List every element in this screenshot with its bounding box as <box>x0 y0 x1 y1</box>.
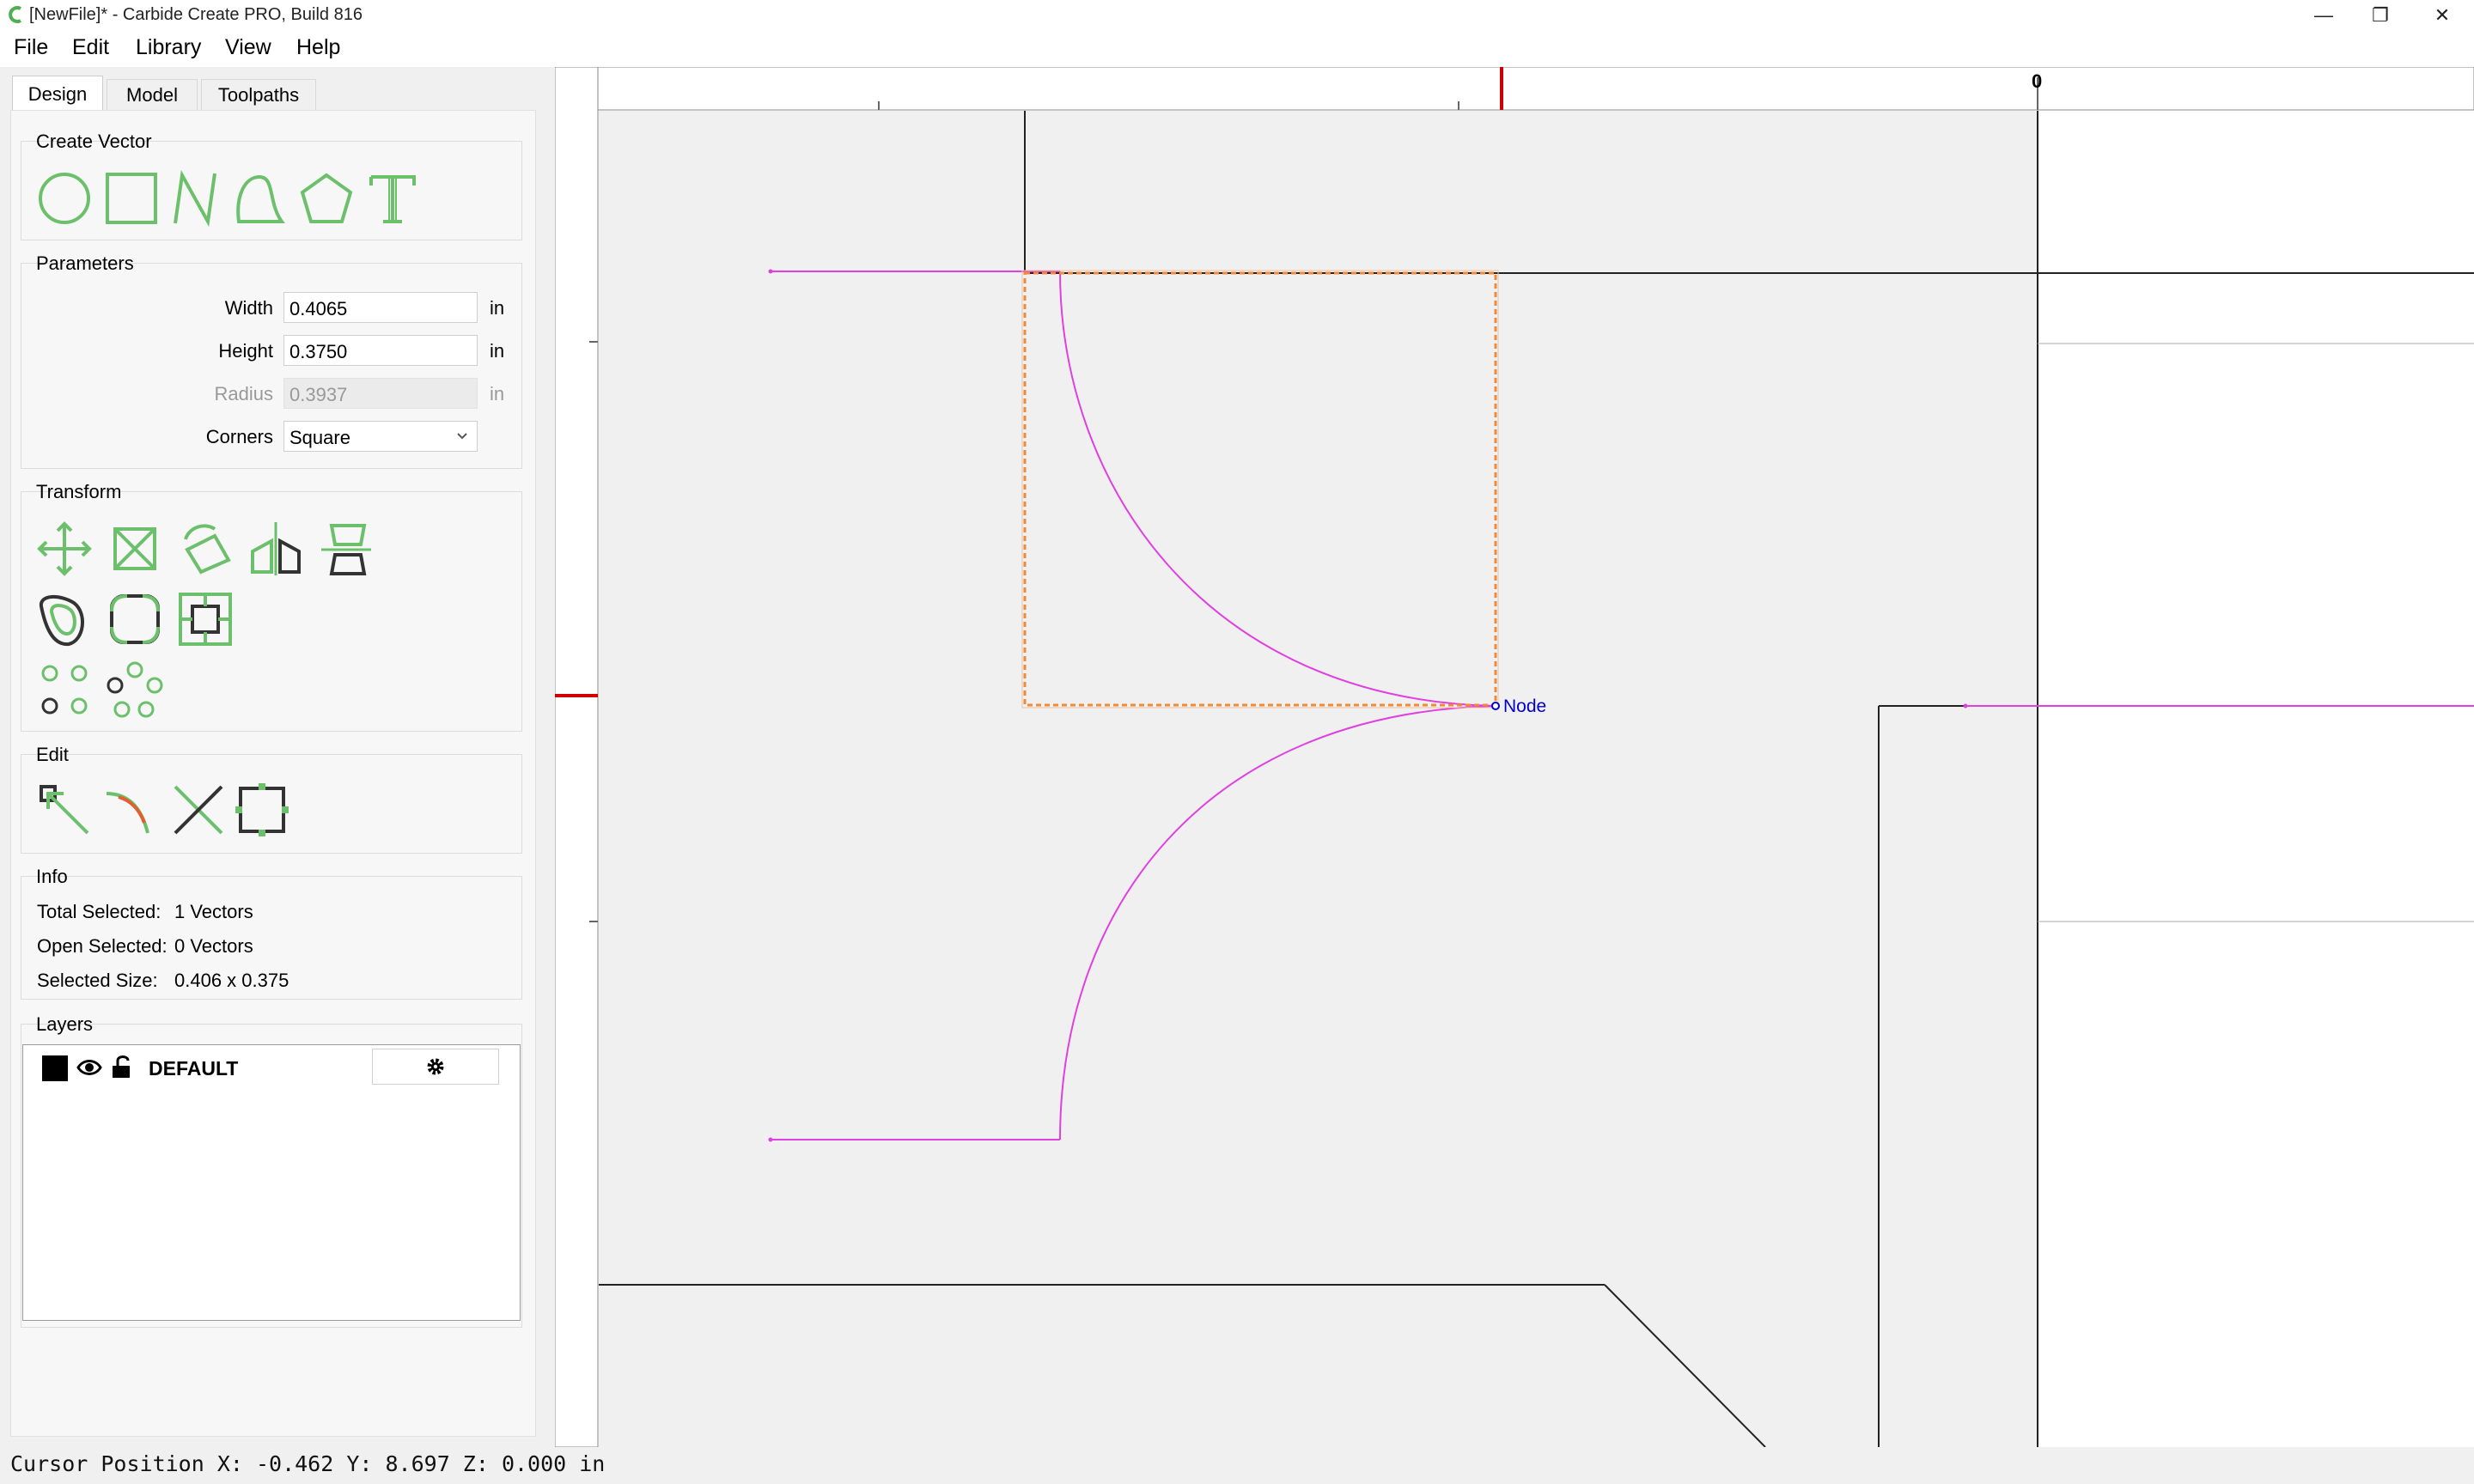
layers-list: DEFAULT <box>22 1044 521 1321</box>
eye-icon[interactable] <box>76 1057 102 1078</box>
radius-field: 0.3937 <box>283 378 478 409</box>
design-canvas[interactable]: 0 Node <box>555 67 2474 1447</box>
menu-library[interactable]: Library <box>136 35 201 60</box>
open-selected-label: Open Selected: <box>37 935 168 957</box>
tab-model[interactable]: Model <box>107 79 198 110</box>
open-selected-value: 0 Vectors <box>174 935 253 957</box>
scale-icon[interactable] <box>105 519 165 579</box>
width-label: Width <box>224 297 273 319</box>
carbide-logo-icon <box>9 6 21 23</box>
text-icon[interactable] <box>363 168 423 228</box>
transform-title: Transform <box>36 481 122 502</box>
total-selected-label: Total Selected: <box>37 901 161 922</box>
gear-icon <box>427 1058 444 1075</box>
chevron-down-icon <box>457 433 467 440</box>
canvas-drawing <box>555 67 2474 1447</box>
menu-edit[interactable]: Edit <box>72 35 109 60</box>
width-field[interactable]: 0.4065 <box>283 292 478 323</box>
corners-select[interactable]: Square <box>283 421 478 452</box>
mirror-icon[interactable] <box>246 519 306 579</box>
vertical-ruler <box>555 67 599 1447</box>
title-bar: [NewFile]* - Carbide Create PRO, Build 8… <box>0 0 2474 31</box>
radius-label: Radius <box>214 383 273 404</box>
boundary-box-icon[interactable] <box>232 780 292 840</box>
radius-unit: in <box>490 383 505 404</box>
circular-array-icon[interactable] <box>105 660 165 720</box>
offset-icon[interactable] <box>34 589 94 649</box>
height-unit: in <box>490 340 505 362</box>
corners-select-value: Square <box>289 427 350 448</box>
rectangle-icon[interactable] <box>101 168 161 228</box>
tab-design[interactable]: Design <box>12 76 103 112</box>
stock-area <box>599 111 2038 1447</box>
total-selected-value: 1 Vectors <box>174 901 253 922</box>
info-title: Info <box>36 866 68 887</box>
parameters-title: Parameters <box>36 252 134 274</box>
polygon-icon[interactable] <box>296 168 356 228</box>
layer-color-swatch[interactable] <box>42 1055 68 1081</box>
edit-title: Edit <box>36 744 69 765</box>
selected-size-value: 0.406 x 0.375 <box>174 970 289 991</box>
close-button[interactable]: ✕ <box>2404 0 2474 31</box>
layer-settings-button[interactable] <box>372 1049 499 1085</box>
join-icon[interactable] <box>168 780 229 840</box>
menu-file[interactable]: File <box>14 35 48 60</box>
array-icon[interactable] <box>34 660 94 720</box>
layers-title: Layers <box>36 1013 94 1035</box>
cursor-position-status: Cursor Position X: -0.462 Y: 8.697 Z: 0.… <box>10 1451 606 1476</box>
rotate-icon[interactable] <box>175 519 235 579</box>
window-title: [NewFile]* - Carbide Create PRO, Build 8… <box>29 5 363 24</box>
layer-row[interactable]: DEFAULT <box>23 1045 520 1093</box>
create-vector-title: Create Vector <box>36 131 152 152</box>
trim-icon[interactable] <box>101 780 161 840</box>
fillet-icon[interactable] <box>105 589 165 649</box>
node-label: Node <box>1503 696 1547 716</box>
move-icon[interactable] <box>34 519 94 579</box>
dogbone-icon[interactable] <box>175 589 235 649</box>
node-marker <box>1491 702 1500 710</box>
width-unit: in <box>490 297 505 319</box>
ruler-zero-label: 0 <box>2032 70 2043 92</box>
horizontal-ruler <box>555 67 2474 111</box>
selected-size-label: Selected Size: <box>37 970 158 991</box>
polyline-icon[interactable] <box>165 168 225 228</box>
node-edit-icon[interactable] <box>34 780 94 840</box>
menu-help[interactable]: Help <box>296 35 340 60</box>
circle-icon[interactable] <box>34 168 94 228</box>
menu-bar: File Edit Library View Help <box>0 31 2474 67</box>
menu-view[interactable]: View <box>225 35 271 60</box>
height-label: Height <box>218 340 273 362</box>
unlock-icon[interactable] <box>111 1054 135 1080</box>
layer-name: DEFAULT <box>149 1057 239 1080</box>
curve-icon[interactable] <box>230 168 290 228</box>
height-field[interactable]: 0.3750 <box>283 335 478 366</box>
corners-label: Corners <box>205 426 273 447</box>
align-icon[interactable] <box>316 519 376 579</box>
tab-toolpaths[interactable]: Toolpaths <box>201 79 316 110</box>
